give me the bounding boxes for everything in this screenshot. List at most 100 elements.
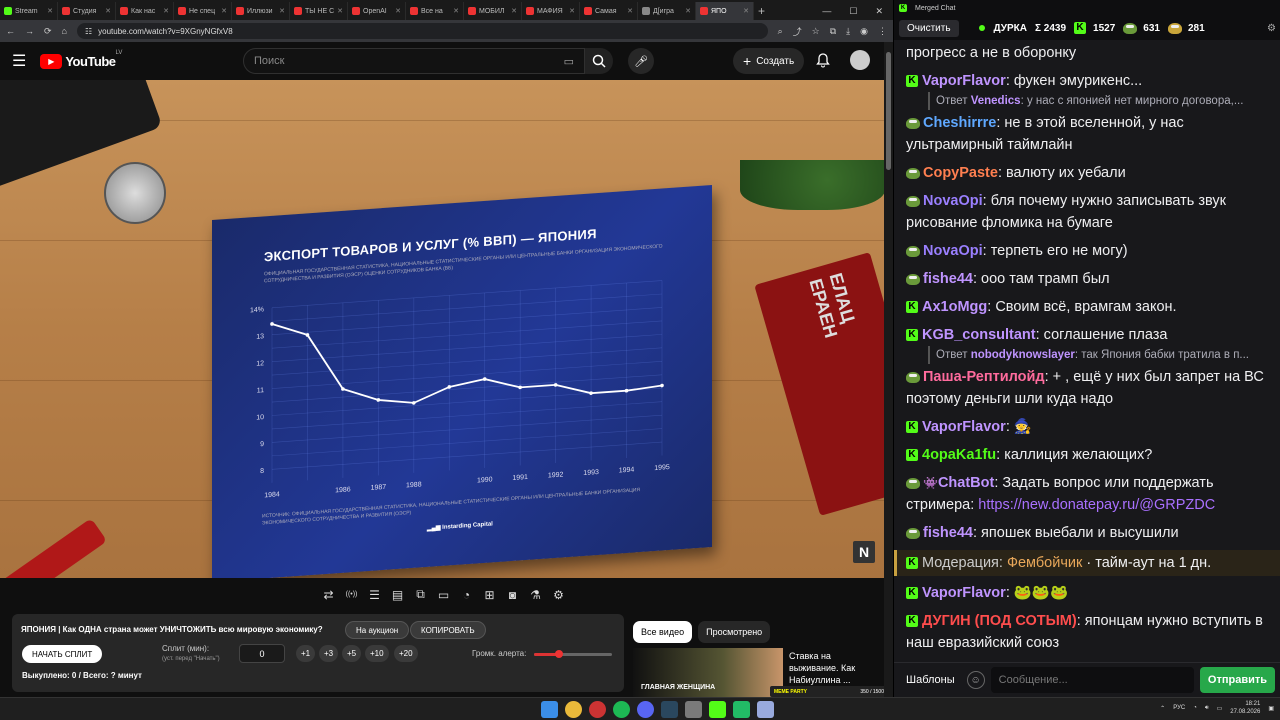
username[interactable]: VaporFlavor	[922, 585, 1006, 601]
search-button[interactable]	[585, 48, 613, 74]
wifi-icon[interactable]: ◔	[1193, 705, 1197, 711]
close-icon[interactable]: ✕	[511, 7, 517, 15]
clock[interactable]: 18:21 27.08.2026	[1230, 700, 1260, 716]
browser-tab[interactable]: OpenAI ✕	[348, 2, 406, 20]
chat-input[interactable]: Сообщение...	[990, 667, 1194, 693]
create-button[interactable]: + Создать	[733, 48, 805, 74]
username[interactable]: NovaOpi	[923, 193, 983, 209]
pip-icon[interactable]: ⧉	[412, 586, 429, 603]
profile-icon[interactable]: ◉	[860, 26, 868, 37]
username[interactable]: VaporFlavor	[922, 419, 1006, 435]
reply-user[interactable]: Venedics	[971, 95, 1021, 107]
increment-button[interactable]: +1	[296, 645, 316, 662]
increment-button[interactable]: +20	[394, 645, 418, 662]
back-icon[interactable]: ←	[6, 26, 15, 36]
speedometer-icon[interactable]: ◔	[458, 586, 475, 603]
browser-tab[interactable]: МОБИЛ ✕	[464, 2, 522, 20]
chrome-icon[interactable]	[565, 701, 582, 718]
voice-search-button[interactable]: 🎤︎	[628, 48, 654, 74]
increment-button[interactable]: +5	[342, 645, 362, 662]
download-icon[interactable]: ⤓	[846, 26, 850, 37]
discord-icon[interactable]	[637, 701, 654, 718]
avatar[interactable]	[850, 50, 870, 70]
username[interactable]: Паша-Рептилойд	[923, 369, 1045, 385]
notifications-icon[interactable]: ▣	[1268, 705, 1274, 712]
youtube-logo[interactable]: YouTube	[65, 54, 116, 69]
browser-tab[interactable]: Иллюзи ✕	[232, 2, 290, 20]
username[interactable]: ChatBot	[938, 475, 994, 491]
battery-icon[interactable]: ▭	[1217, 705, 1223, 712]
start-split-button[interactable]: НАЧАТЬ СПЛИТ	[22, 645, 103, 663]
close-icon[interactable]: ✕	[163, 7, 169, 15]
browser-tab[interactable]: Stream ✕	[0, 2, 58, 20]
username[interactable]: Cheshirrre	[923, 115, 996, 131]
maximize-icon[interactable]: ☐	[849, 6, 857, 17]
subtitles-icon[interactable]: ▭	[435, 586, 452, 603]
close-window-icon[interactable]: ✕	[875, 6, 883, 17]
templates-button[interactable]: Шаблоны	[900, 670, 961, 690]
close-icon[interactable]: ✕	[743, 7, 749, 15]
increment-button[interactable]: +3	[319, 645, 339, 662]
steam-icon[interactable]	[661, 701, 678, 718]
volume-slider[interactable]	[534, 650, 612, 658]
reply-user[interactable]: nobodyknowslayer	[971, 349, 1075, 361]
browser-tab[interactable]: ЯПО ✕	[696, 2, 754, 20]
tab-all-videos[interactable]: Все видео	[633, 621, 693, 643]
close-icon[interactable]: ✕	[453, 7, 459, 15]
recommend-title[interactable]: Ставка на выживание. Как Набиуллина ...	[789, 650, 879, 686]
copy-button[interactable]: КОПИРОВАТЬ	[410, 621, 486, 639]
loop-icon[interactable]: ⇄	[320, 586, 337, 603]
browser-tab[interactable]: МАФИЯ ✕	[522, 2, 580, 20]
browser-tab[interactable]: Д[игра ✕	[638, 2, 696, 20]
zoom-icon[interactable]: ⌕	[778, 26, 783, 37]
message-link[interactable]: https://new.donatepay.ru/@GRPZDC	[978, 497, 1215, 513]
reload-icon[interactable]: ⟳	[44, 26, 52, 37]
browser-tab[interactable]: Не спец ✕	[174, 2, 232, 20]
close-icon[interactable]: ✕	[47, 7, 53, 15]
hamburger-icon[interactable]: ☰	[12, 51, 26, 71]
close-icon[interactable]: ✕	[685, 7, 691, 15]
url-field[interactable]: ☷ youtube.com/watch?v=9XGnyNGfxV8	[76, 23, 768, 39]
bell-icon[interactable]	[815, 52, 831, 68]
username[interactable]: VaporFlavor	[922, 73, 1006, 89]
app-icon-blue[interactable]	[757, 701, 774, 718]
browser-tab[interactable]: Студия ✕	[58, 2, 116, 20]
browser-tab[interactable]: Как нас ✕	[116, 2, 174, 20]
playlist-icon[interactable]: ☰	[366, 586, 383, 603]
spotify-icon[interactable]	[613, 701, 630, 718]
lang-indicator[interactable]: РУС	[1173, 705, 1185, 711]
increment-button[interactable]: +10	[365, 645, 389, 662]
split-minutes-input[interactable]: 0	[239, 644, 285, 663]
home-icon[interactable]: ⌂	[62, 26, 67, 36]
mod-user[interactable]: Фембойчик	[1007, 555, 1082, 571]
emoji-icon[interactable]: ☺	[966, 671, 985, 689]
extensions-icon[interactable]: ⧉	[830, 26, 836, 37]
close-icon[interactable]: ✕	[627, 7, 633, 15]
video-player[interactable]: ЕЛАЦ ЕРАЕН ЭКСПОРТ ТОВАРОВ И УСЛУГ (% ВВ…	[0, 80, 884, 578]
username[interactable]: CopyPaste	[923, 165, 998, 181]
add-icon[interactable]: ⊞	[481, 586, 498, 603]
close-icon[interactable]: ✕	[337, 7, 343, 15]
forward-icon[interactable]: →	[25, 26, 34, 36]
keyboard-icon[interactable]: ▭	[564, 55, 574, 68]
username[interactable]: KGB_consultant	[922, 327, 1036, 343]
start-icon[interactable]	[541, 701, 558, 718]
browser-tab[interactable]: Все на ✕	[406, 2, 464, 20]
camera-icon[interactable]: ◙	[504, 586, 521, 603]
auction-button[interactable]: На аукцион	[345, 621, 410, 639]
settings-icon[interactable]: ⚙	[1267, 23, 1276, 34]
username[interactable]: NovaOpi	[923, 243, 983, 259]
username[interactable]: Ax1oMgg	[922, 299, 987, 315]
username[interactable]: 4opaKa1fu	[922, 447, 996, 463]
close-icon[interactable]: ✕	[221, 7, 227, 15]
scrollbar-thumb[interactable]	[886, 52, 891, 170]
kick-app-icon[interactable]	[709, 701, 726, 718]
clapper-icon[interactable]: ▤	[389, 586, 406, 603]
browser-tab[interactable]: Самая ✕	[580, 2, 638, 20]
search-input[interactable]: Поиск ▭	[243, 48, 585, 74]
send-button[interactable]: Отправить	[1199, 667, 1275, 693]
clear-button[interactable]: Очистить	[899, 19, 959, 37]
opera-icon[interactable]	[589, 701, 606, 718]
flask-icon[interactable]: ⚗	[527, 586, 544, 603]
tab-watched[interactable]: Просмотрено	[698, 621, 771, 643]
